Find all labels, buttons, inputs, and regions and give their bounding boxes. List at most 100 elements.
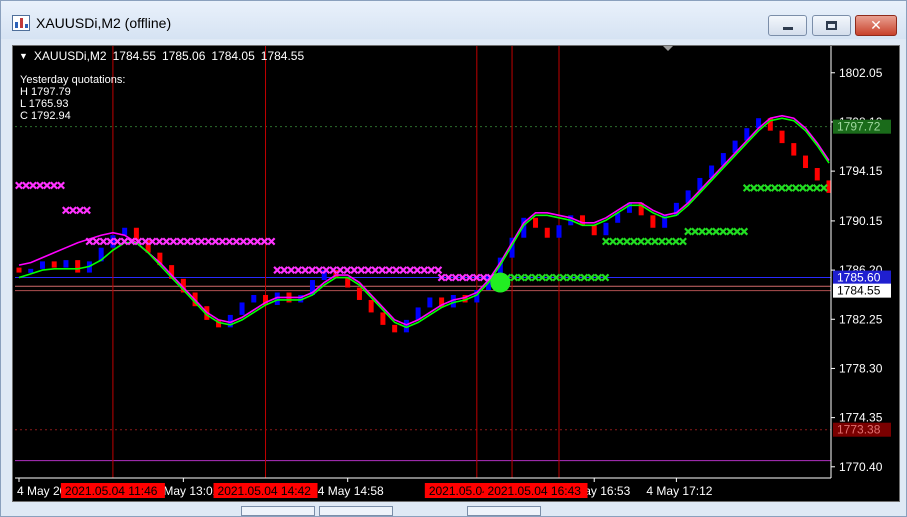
maximize-button[interactable]: [812, 15, 851, 36]
header-dropdown-icon[interactable]: ▼: [19, 49, 28, 64]
bear-cross-marker: [15, 181, 23, 190]
bull-cross-marker: [770, 183, 779, 192]
bear-cross-marker: [22, 181, 30, 190]
title-bar[interactable]: XAUUSDi,M2 (offline) ✕: [1, 1, 906, 39]
yesterday-quotations: Yesterday quotations: H 1797.79 L 1765.9…: [20, 74, 125, 122]
bear-cross-marker: [427, 266, 436, 275]
yesterday-high: H 1797.79: [20, 86, 71, 98]
candle: [791, 143, 797, 156]
candle: [380, 312, 386, 325]
bull-cross-marker: [671, 237, 680, 246]
bear-cross-marker: [294, 266, 303, 275]
bull-cross-marker: [763, 183, 772, 192]
bear-cross-marker: [211, 237, 220, 246]
candle: [533, 217, 539, 228]
bull-cross-marker: [650, 237, 659, 246]
bear-cross-marker: [273, 266, 282, 275]
bear-cross-marker: [246, 237, 255, 246]
header-close: 1784.55: [260, 49, 305, 63]
header-symbol: XAUUSDi,M2: [33, 49, 107, 63]
signal-dot: [490, 272, 511, 293]
candle: [28, 268, 34, 273]
chart-tab[interactable]: [241, 506, 315, 516]
bull-cross-marker: [812, 183, 821, 192]
bear-cross-marker: [225, 237, 234, 246]
bull-cross-marker: [784, 183, 793, 192]
bear-cross-marker: [343, 266, 352, 275]
bear-cross-marker: [385, 266, 394, 275]
candle: [16, 267, 22, 273]
bear-cross-marker: [75, 206, 84, 215]
bear-cross-marker: [357, 266, 366, 275]
close-button[interactable]: ✕: [855, 15, 897, 36]
bear-cross-marker: [371, 266, 380, 275]
bull-cross-marker: [691, 227, 700, 236]
candle: [779, 130, 785, 144]
header-low: 1784.05: [211, 49, 255, 63]
candle: [75, 260, 81, 273]
bull-cross-marker: [798, 183, 807, 192]
bear-cross-marker: [413, 266, 422, 275]
bull-cross-marker: [819, 183, 828, 192]
chart-app-icon: [12, 15, 30, 31]
price-level-label: 1773.38: [837, 423, 881, 437]
bear-cross-marker: [155, 237, 164, 246]
bull-cross-marker: [805, 183, 814, 192]
bear-cross-marker: [350, 266, 359, 275]
chart-shift-marker: [663, 46, 673, 51]
bear-cross-marker: [280, 266, 289, 275]
price-level-label: 1784.55: [837, 284, 881, 298]
bear-cross-marker: [204, 237, 213, 246]
upper-envelope-line: [18, 114, 830, 326]
candle: [556, 225, 562, 238]
bull-cross-marker: [712, 227, 721, 236]
bull-cross-marker: [657, 237, 666, 246]
bear-cross-marker: [239, 237, 248, 246]
bear-cross-marker: [420, 266, 429, 275]
bull-cross-marker: [636, 237, 645, 246]
close-icon: ✕: [870, 17, 882, 34]
candle: [239, 302, 245, 315]
price-chart[interactable]: 1802.051798.101794.151790.151786.201782.…: [13, 46, 900, 502]
chart-area[interactable]: 1802.051798.101794.151790.151786.201782.…: [12, 45, 900, 502]
bull-cross-marker: [615, 237, 624, 246]
chart-tab[interactable]: [467, 506, 541, 516]
bull-cross-marker: [678, 237, 687, 246]
bear-cross-marker: [232, 237, 241, 246]
bear-cross-marker: [61, 206, 70, 215]
bull-cross-marker: [726, 227, 735, 236]
candle: [650, 215, 656, 228]
candle: [544, 227, 550, 238]
vline-time-label: 2021.05.04 14:42: [218, 484, 312, 498]
bull-cross-marker: [733, 227, 742, 236]
bear-cross-marker: [406, 266, 415, 275]
bear-cross-marker: [267, 237, 276, 246]
bear-cross-marker: [190, 237, 199, 246]
bull-cross-marker: [749, 183, 758, 192]
bear-cross-marker: [36, 181, 44, 190]
bull-cross-marker: [664, 237, 673, 246]
minimize-icon: [782, 27, 793, 30]
candle: [603, 222, 609, 236]
chart-tab[interactable]: [319, 506, 393, 516]
bear-cross-marker: [315, 266, 324, 275]
minimize-button[interactable]: [768, 15, 807, 36]
candle: [803, 155, 809, 169]
price-tick-label: 1770.40: [839, 460, 883, 474]
price-tick-label: 1790.15: [839, 214, 883, 228]
bear-cross-marker: [99, 237, 108, 246]
bull-cross-marker: [622, 237, 631, 246]
candle: [356, 287, 362, 300]
price-level-label: 1797.72: [837, 120, 881, 134]
bottom-strip: [12, 504, 900, 516]
bear-cross-marker: [253, 237, 262, 246]
candle: [392, 324, 398, 333]
candle: [814, 168, 820, 181]
header-open: 1784.55: [112, 49, 156, 63]
bull-cross-marker: [643, 237, 652, 246]
bear-cross-marker: [308, 266, 317, 275]
bull-cross-marker: [777, 183, 786, 192]
time-tick-label: 4 May 17:12: [646, 484, 712, 498]
bear-cross-marker: [169, 237, 178, 246]
bull-cross-marker: [742, 183, 751, 192]
